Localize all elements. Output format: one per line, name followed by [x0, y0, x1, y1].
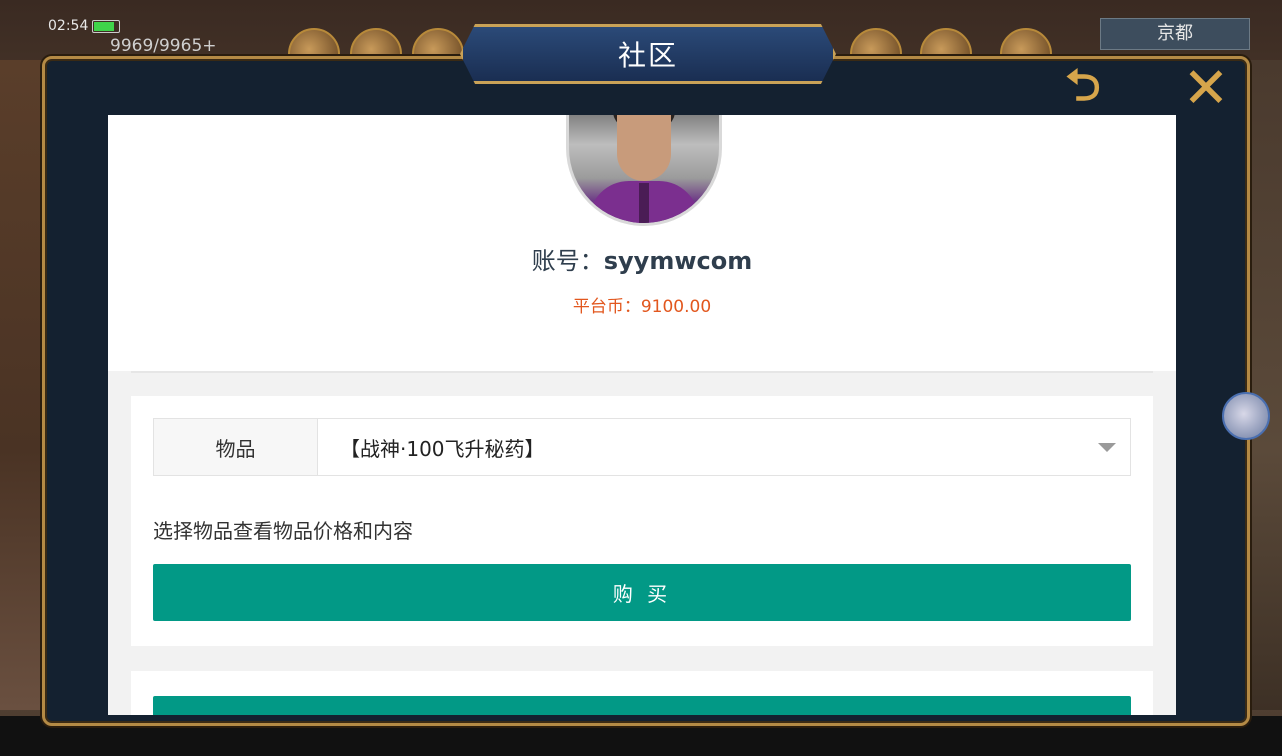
- clock: 02:54: [48, 18, 89, 34]
- balance-label: 平台币：: [572, 297, 641, 317]
- account-label: 账号：: [531, 247, 604, 275]
- item-select-row[interactable]: 物品 【战神·100飞升秘药】: [153, 418, 1131, 476]
- purchase-card: 物品 【战神·100飞升秘药】 选择物品查看物品价格和内容 购 买: [131, 396, 1153, 646]
- resource-counter: 9969/9965+: [110, 36, 217, 56]
- item-hint: 选择物品查看物品价格和内容: [153, 519, 413, 543]
- item-label: 物品: [154, 419, 318, 475]
- back-button[interactable]: ⮌: [1046, 60, 1120, 116]
- close-x-icon: ✕: [1182, 55, 1230, 121]
- dialog-title: 社区: [617, 39, 678, 72]
- floating-assistant-icon[interactable]: [1222, 392, 1270, 440]
- city-name[interactable]: 京都: [1100, 18, 1250, 50]
- account-row: 账号：syymwcom: [108, 241, 1176, 276]
- balance-value: 9100.00: [640, 297, 712, 317]
- user-avatar: [566, 115, 722, 226]
- profile-card: 账号：syymwcom 平台币：9100.00: [108, 115, 1176, 371]
- secondary-card: [131, 671, 1153, 715]
- dialog-title-plate: 社区: [460, 24, 836, 84]
- battery-icon: [92, 20, 120, 33]
- close-button[interactable]: ✕: [1178, 56, 1234, 121]
- buy-button[interactable]: 购 买: [153, 564, 1131, 621]
- item-dropdown[interactable]: 【战神·100飞升秘药】: [340, 419, 1100, 475]
- account-value: syymwcom: [603, 247, 753, 275]
- game-left-panel: [0, 60, 42, 710]
- chevron-down-icon[interactable]: [1098, 443, 1116, 452]
- secondary-button[interactable]: [153, 696, 1131, 715]
- balance-row: 平台币：9100.00: [108, 292, 1176, 317]
- card-divider: [131, 371, 1153, 373]
- web-content[interactable]: 账号：syymwcom 平台币：9100.00 物品 【战神·100飞升秘药】 …: [108, 115, 1176, 715]
